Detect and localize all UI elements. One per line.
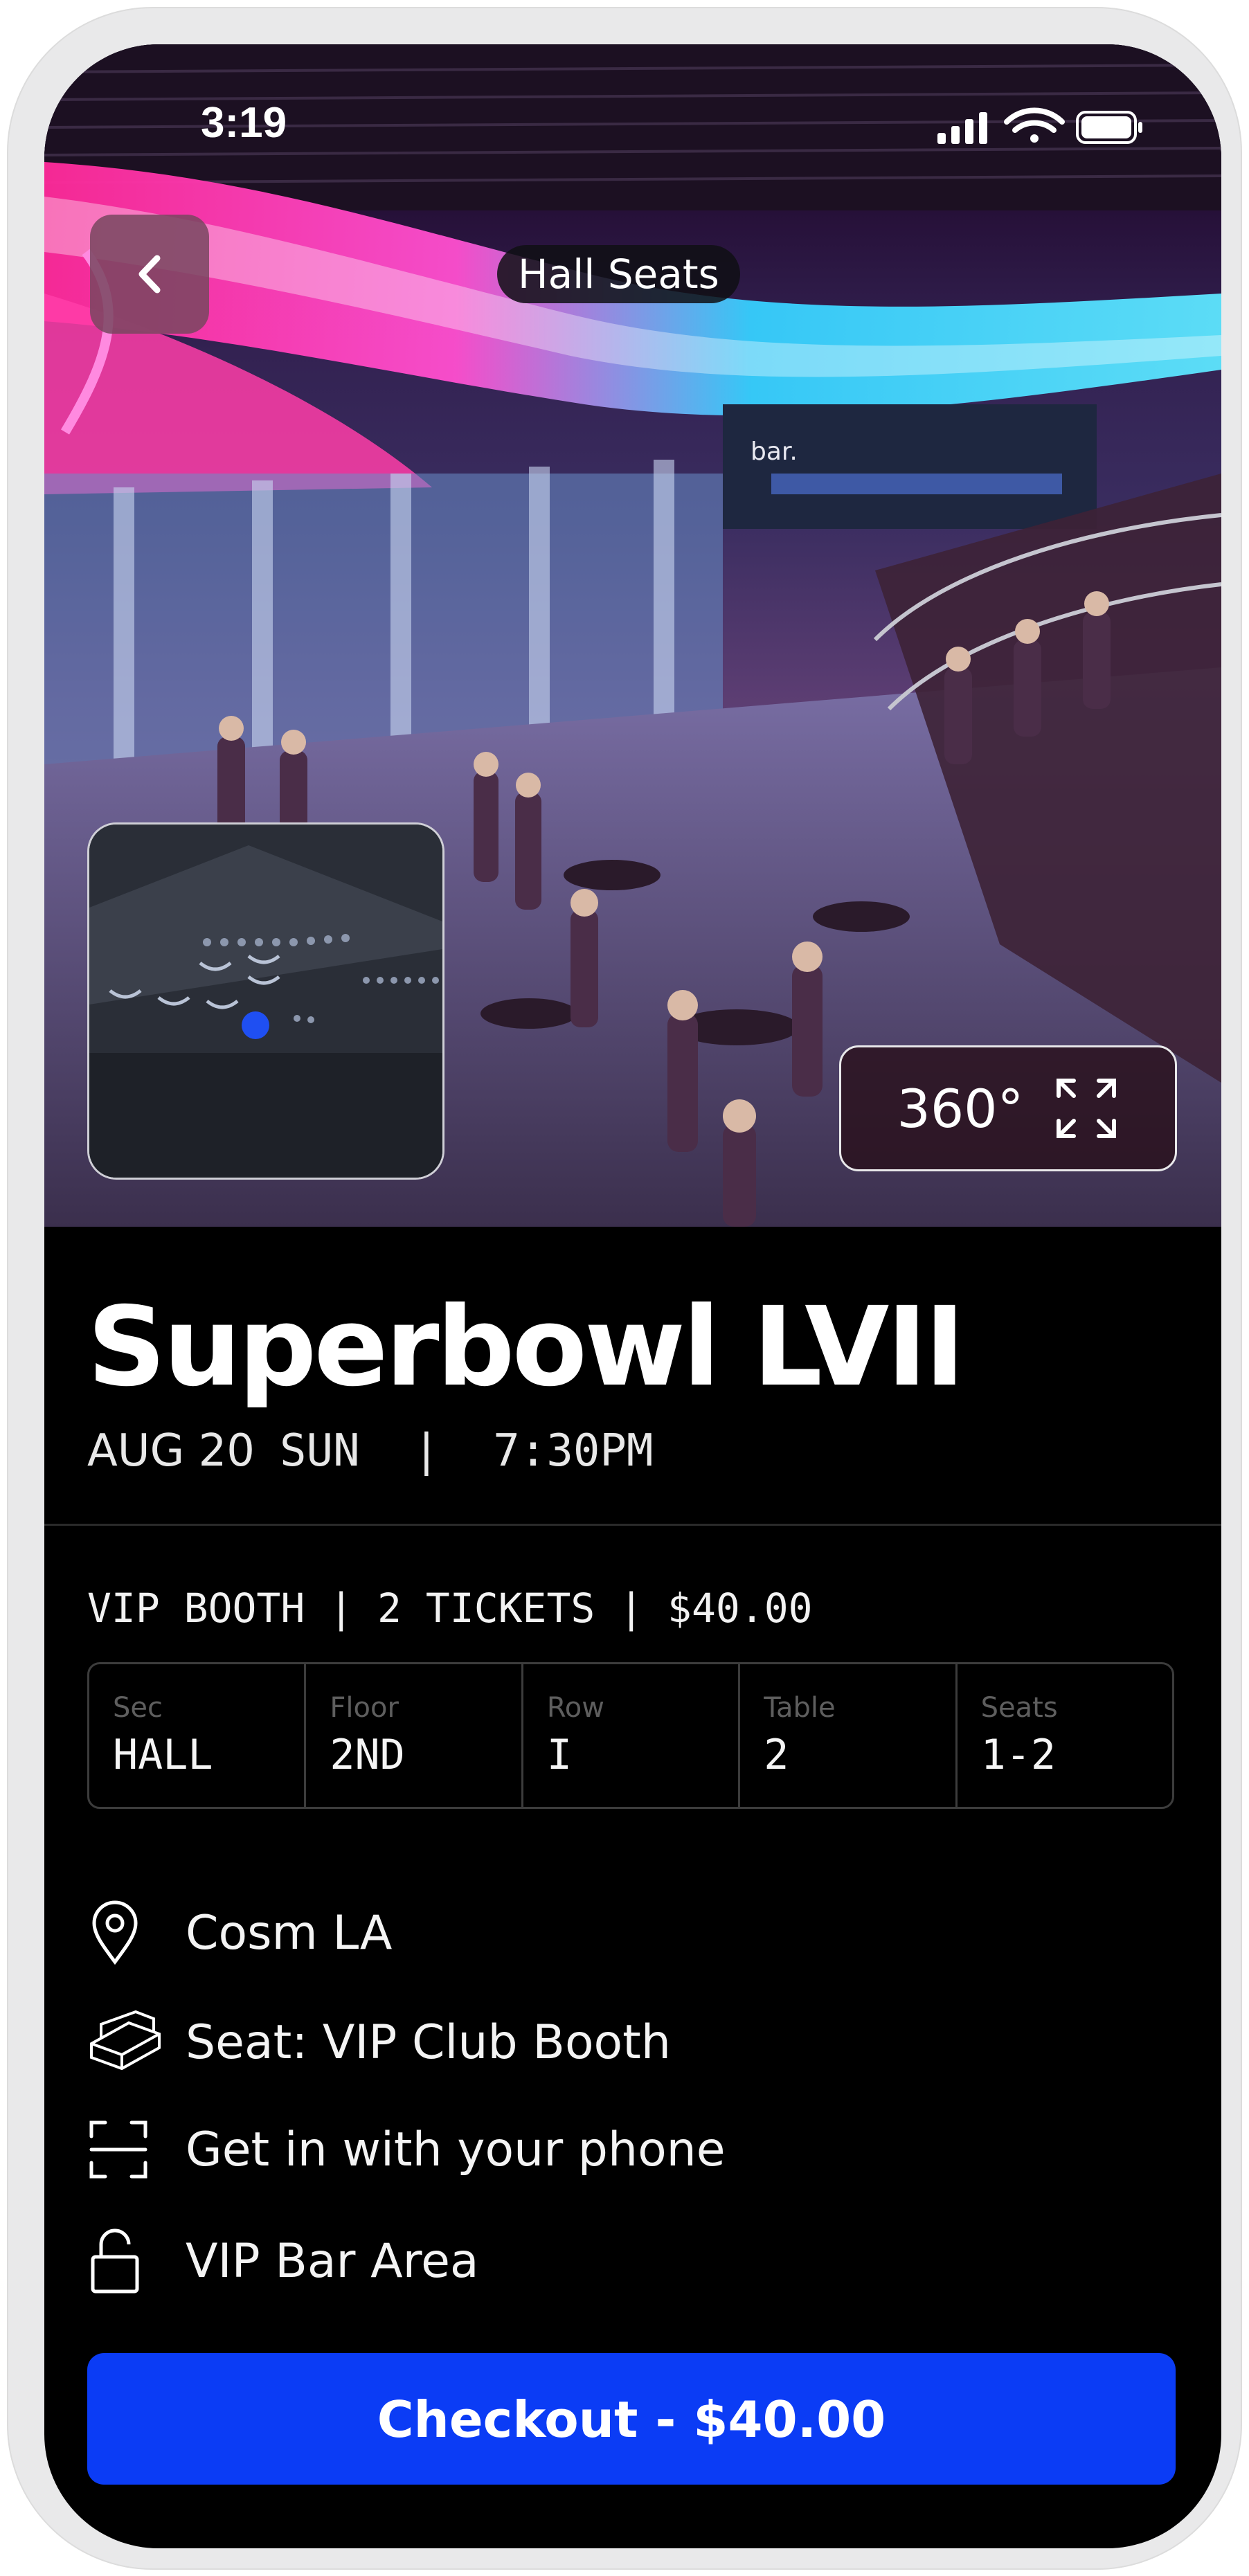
wifi-icon <box>1004 107 1065 143</box>
event-title: Superbowl LVII <box>87 1284 965 1411</box>
seat-cell-label: Table <box>764 1692 836 1724</box>
event-date: AUG 20 <box>87 1425 255 1477</box>
ticket-summary: VIP BOOTH | 2 TICKETS | $40.00 <box>87 1585 813 1632</box>
venue-hero-image: bar. 3:19 Hall Seats 360° <box>44 44 1221 1227</box>
seat-cell-label: Sec <box>113 1692 163 1724</box>
seat-cell-value: 1-2 <box>980 1731 1056 1779</box>
back-button[interactable] <box>90 215 209 334</box>
status-bar-icons <box>937 107 1145 151</box>
feature-entry: Get in with your phone <box>87 2118 726 2181</box>
event-datetime: AUG 20 SUN | 7:30PM <box>87 1425 653 1477</box>
seat-cell-label: Floor <box>330 1692 399 1724</box>
seat-cell-table: Table 2 <box>740 1664 958 1807</box>
feature-bar-area: VIP Bar Area <box>87 2226 479 2296</box>
status-bar-time: 3:19 <box>201 99 287 147</box>
seat-cell-row: Row I <box>523 1664 741 1807</box>
seat-cell-label: Row <box>546 1692 604 1724</box>
seat-cell-sec: Sec HALL <box>89 1664 307 1807</box>
feature-location-text: Cosm LA <box>186 1905 393 1961</box>
seat-details-table: Sec HALL Floor 2ND Row I Table 2 Seats 1… <box>87 1662 1174 1809</box>
view-360-label: 360° <box>897 1077 1024 1140</box>
seat-cell-floor: Floor 2ND <box>306 1664 523 1807</box>
expand-icon <box>1056 1079 1116 1138</box>
feature-seat-text: Seat: VIP Club Booth <box>186 2015 671 2070</box>
event-day-time: SUN | 7:30PM <box>280 1425 654 1477</box>
battery-icon <box>1076 111 1142 144</box>
phone-frame: bar. 3:19 Hall Seats 360° Superbowl LVII… <box>7 7 1242 2570</box>
seat-cell-seats: Seats 1-2 <box>958 1664 1172 1807</box>
location-pin-icon <box>87 1900 169 1966</box>
seat-minimap[interactable] <box>87 822 444 1180</box>
booth-seat-icon <box>87 2009 169 2075</box>
feature-bar-area-text: VIP Bar Area <box>186 2233 479 2289</box>
section-divider <box>44 1524 1221 1526</box>
app-screen: bar. 3:19 Hall Seats 360° Superbowl LVII… <box>44 44 1221 2548</box>
view-360-button[interactable]: 360° <box>839 1045 1177 1171</box>
venue-section-pill: Hall Seats <box>497 245 740 303</box>
current-seat-marker <box>242 1011 269 1039</box>
bar-sign: bar. <box>751 438 798 466</box>
seat-cell-label: Seats <box>980 1692 1058 1724</box>
seat-cell-value: 2ND <box>330 1731 405 1779</box>
feature-entry-text: Get in with your phone <box>186 2122 726 2177</box>
seat-cell-value: 2 <box>764 1731 789 1779</box>
seat-cell-value: HALL <box>113 1731 213 1779</box>
unlock-icon <box>87 2226 169 2296</box>
venue-map-thumbnail <box>89 825 442 1178</box>
checkout-button[interactable]: Checkout - $40.00 <box>87 2353 1176 2485</box>
scan-icon <box>87 2118 169 2181</box>
cellular-signal-icon <box>937 112 987 144</box>
feature-seat: Seat: VIP Club Booth <box>87 2009 671 2075</box>
seat-cell-value: I <box>546 1731 572 1779</box>
chevron-left-icon <box>138 255 161 294</box>
feature-location: Cosm LA <box>87 1900 392 1966</box>
